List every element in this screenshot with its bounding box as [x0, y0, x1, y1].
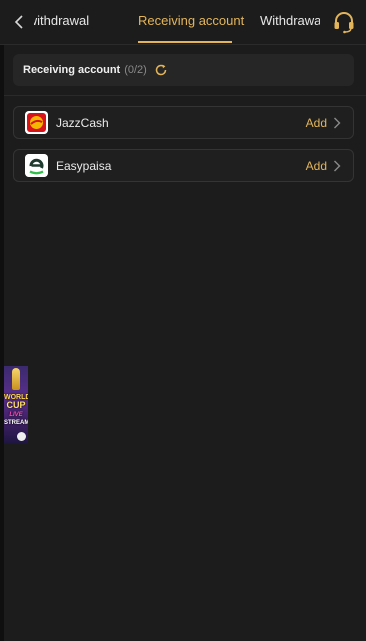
- add-jazzcash-button[interactable]: Add: [306, 116, 327, 130]
- wallet-name: Easypaisa: [56, 158, 112, 173]
- headset-icon: [334, 12, 354, 34]
- wallet-name: JazzCash: [56, 115, 109, 130]
- customer-support-button[interactable]: [332, 10, 356, 34]
- promo-line-3: LIVE: [9, 412, 23, 418]
- section-divider: [4, 95, 366, 96]
- active-tab-indicator: [138, 41, 232, 43]
- refresh-icon: [155, 64, 167, 76]
- promo-line-2: CUP: [6, 400, 26, 410]
- wallet-row-easypaisa[interactable]: Easypaisa Add: [13, 149, 354, 182]
- tabs-strip: st withdrawal Receiving account Withdraw…: [34, 0, 320, 44]
- chevron-left-icon: [14, 15, 23, 29]
- trophy-icon: [12, 368, 20, 390]
- add-easypaisa-button[interactable]: Add: [306, 159, 327, 173]
- receiving-account-bar: Receiving account (0/2): [13, 54, 354, 86]
- tab-receiving-account[interactable]: Receiving account: [138, 0, 244, 44]
- football-icon: [17, 432, 26, 441]
- easypaisa-logo: [25, 154, 48, 177]
- world-cup-promo-banner[interactable]: WORLD CUP LIVE STREAM: [4, 366, 28, 444]
- chevron-right-icon: [333, 160, 343, 172]
- promo-line-4: STREAM: [4, 420, 28, 426]
- refresh-button[interactable]: [154, 62, 170, 78]
- tab-withdrawal-records[interactable]: Withdrawal r: [260, 0, 320, 44]
- chevron-right-icon: [333, 117, 343, 129]
- wallet-row-jazzcash[interactable]: JazzCash Add: [13, 106, 354, 139]
- receiving-account-title: Receiving account: [23, 64, 121, 76]
- jazzcash-logo: [25, 111, 48, 134]
- top-tab-bar: st withdrawal Receiving account Withdraw…: [0, 0, 366, 45]
- account-count: (0/2): [124, 64, 147, 76]
- back-button[interactable]: [8, 11, 30, 33]
- tab-fast-withdrawal[interactable]: st withdrawal: [34, 0, 89, 44]
- withdrawal-screen: st withdrawal Receiving account Withdraw…: [0, 0, 366, 641]
- left-edge-strip: [0, 44, 4, 641]
